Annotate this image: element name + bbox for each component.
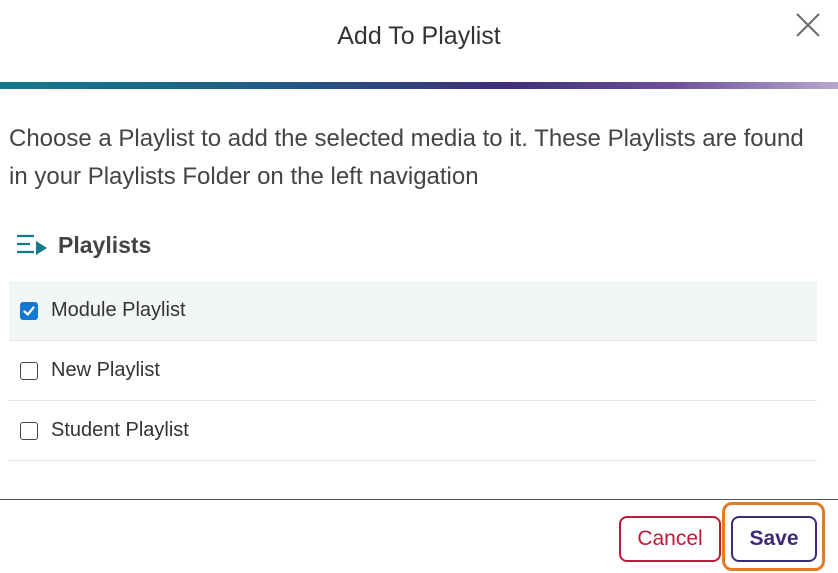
- playlist-item-module[interactable]: Module Playlist: [9, 281, 817, 341]
- footer-divider: [0, 499, 838, 500]
- checkmark-icon: [23, 305, 35, 316]
- checkbox-unchecked[interactable]: [20, 361, 38, 380]
- playlists-section-title: Playlists: [58, 231, 152, 258]
- playlist-item-new[interactable]: New Playlist: [9, 341, 817, 401]
- close-icon[interactable]: [793, 10, 823, 40]
- playlist-item-label: Student Playlist: [51, 419, 189, 441]
- playlist-icon: [17, 234, 47, 255]
- dialog-description: Choose a Playlist to add the selected me…: [9, 125, 804, 190]
- playlists-section-header: Playlists: [16, 228, 151, 262]
- checkbox-checked[interactable]: [20, 301, 38, 320]
- dialog-header: Add To Playlist: [0, 0, 838, 82]
- playlist-list: Module Playlist New Playlist Student Pla…: [9, 281, 817, 461]
- header-gradient-divider: [0, 82, 838, 89]
- cancel-button[interactable]: Cancel: [619, 516, 721, 562]
- add-to-playlist-dialog: Add To Playlist Choose a Playlist to add…: [0, 0, 838, 573]
- playlist-item-label: Module Playlist: [51, 299, 186, 321]
- save-button[interactable]: Save: [731, 516, 817, 562]
- playlist-item-label: New Playlist: [51, 359, 160, 381]
- playlist-item-student[interactable]: Student Playlist: [9, 401, 817, 461]
- checkbox-unchecked[interactable]: [20, 421, 38, 440]
- dialog-title: Add To Playlist: [337, 22, 501, 50]
